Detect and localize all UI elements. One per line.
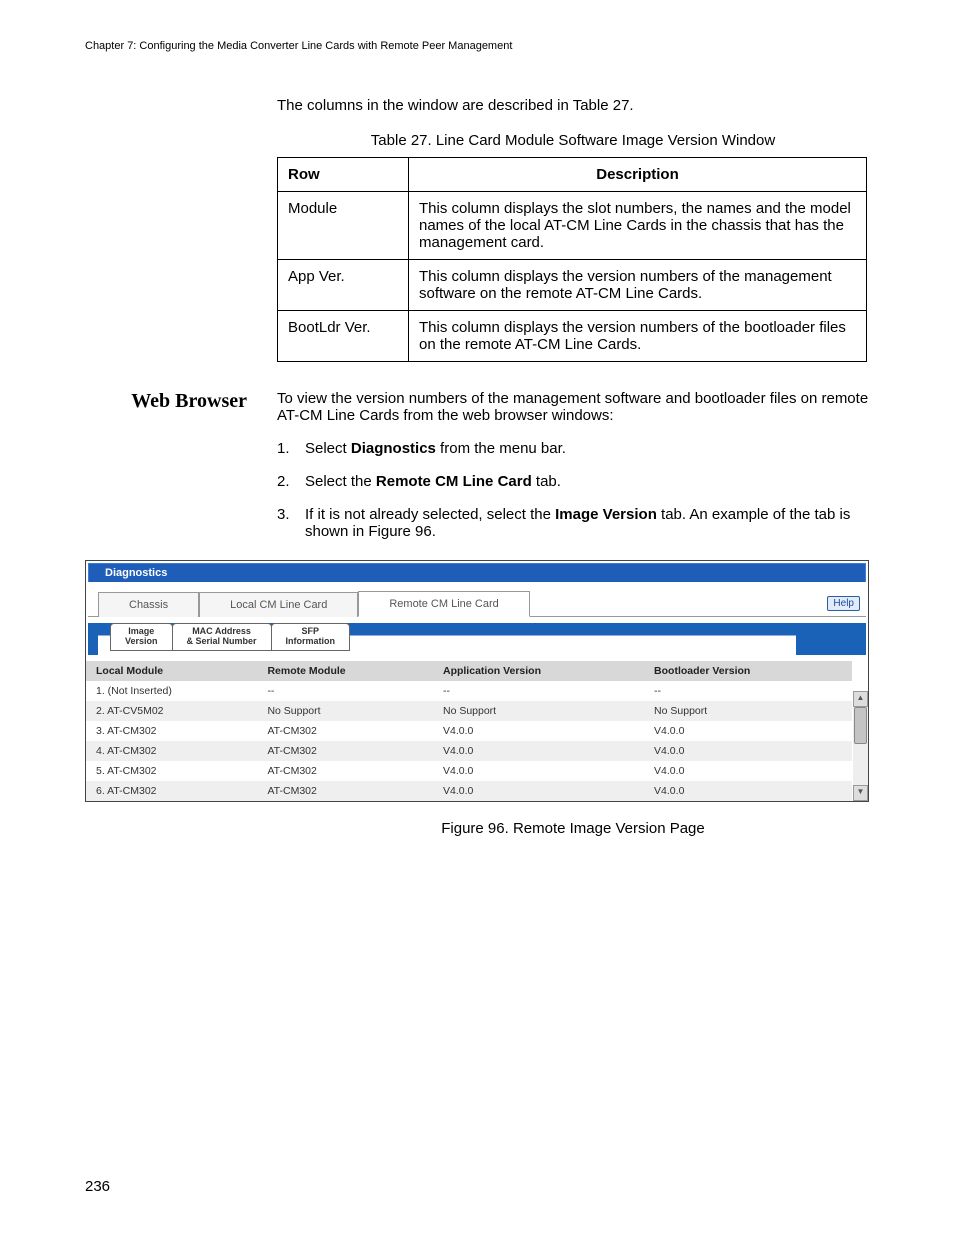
col-remote-module: Remote Module [257, 661, 433, 681]
table-row: 5. AT-CM302AT-CM302V4.0.0V4.0.0 [86, 761, 852, 781]
figure-caption: Figure 96. Remote Image Version Page [277, 820, 869, 837]
th-row: Row [278, 158, 409, 192]
th-description: Description [409, 158, 867, 192]
vertical-scrollbar[interactable]: ▲ ▼ [853, 691, 868, 801]
step-text: If it is not already selected, select th… [305, 506, 869, 540]
col-boot-version: Bootloader Version [644, 661, 852, 681]
col-local-module: Local Module [86, 661, 257, 681]
tab-local-cm[interactable]: Local CM Line Card [199, 592, 358, 617]
subtab-image-version[interactable]: ImageVersion [110, 623, 173, 651]
chapter-header: Chapter 7: Configuring the Media Convert… [85, 40, 869, 52]
table-row: 6. AT-CM302AT-CM302V4.0.0V4.0.0 [86, 781, 852, 801]
browser-screenshot: Diagnostics Help Chassis Local CM Line C… [85, 560, 869, 802]
subtab-sfp-info[interactable]: SFPInformation [271, 623, 351, 651]
row-desc: This column displays the version numbers… [409, 311, 867, 362]
row-label: Module [278, 192, 409, 260]
row-desc: This column displays the version numbers… [409, 260, 867, 311]
table-row: 1. (Not Inserted)------ [86, 681, 852, 701]
table-caption: Table 27. Line Card Module Software Imag… [277, 132, 869, 149]
page-number: 236 [85, 1178, 110, 1195]
step-number: 1. [277, 440, 305, 457]
main-tab-strip: Chassis Local CM Line Card Remote CM Lin… [88, 590, 866, 617]
table-row: 4. AT-CM302AT-CM302V4.0.0V4.0.0 [86, 741, 852, 761]
col-app-version: Application Version [433, 661, 644, 681]
definition-table: Row Description Module This column displ… [277, 157, 867, 362]
step-text: Select Diagnostics from the menu bar. [305, 440, 869, 457]
tab-chassis[interactable]: Chassis [98, 592, 199, 617]
help-button[interactable]: Help [827, 596, 860, 611]
row-label: BootLdr Ver. [278, 311, 409, 362]
scroll-up-icon[interactable]: ▲ [853, 691, 868, 707]
intro-text: The columns in the window are described … [277, 97, 869, 114]
step-number: 3. [277, 506, 305, 540]
section-heading: Web Browser [85, 390, 277, 413]
table-row: 2. AT-CV5M02No SupportNo SupportNo Suppo… [86, 701, 852, 721]
scroll-thumb[interactable] [854, 707, 867, 744]
step-text: Select the Remote CM Line Card tab. [305, 473, 869, 490]
subtab-bar: ImageVersion MAC Address& Serial Number … [88, 623, 866, 655]
subtab-mac-serial[interactable]: MAC Address& Serial Number [172, 623, 272, 651]
section-intro: To view the version numbers of the manag… [277, 390, 869, 424]
tab-remote-cm[interactable]: Remote CM Line Card [358, 591, 529, 617]
row-desc: This column displays the slot numbers, t… [409, 192, 867, 260]
panel-title: Diagnostics [88, 563, 866, 582]
table-row: 3. AT-CM302AT-CM302V4.0.0V4.0.0 [86, 721, 852, 741]
scroll-down-icon[interactable]: ▼ [853, 785, 868, 801]
image-version-table: Local Module Remote Module Application V… [86, 661, 852, 801]
step-number: 2. [277, 473, 305, 490]
row-label: App Ver. [278, 260, 409, 311]
